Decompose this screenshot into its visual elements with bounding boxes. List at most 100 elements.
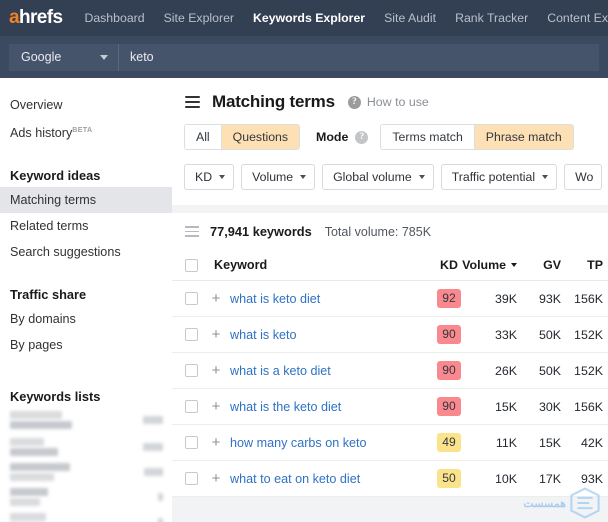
keyword-link[interactable]: what is keto diet	[230, 292, 320, 306]
column-header-gv[interactable]: GV	[517, 258, 561, 272]
list-item[interactable]	[0, 438, 172, 457]
table-header-row: Keyword KD Volume GV TP	[172, 250, 608, 281]
add-keyword-icon[interactable]: +	[206, 363, 226, 378]
kd-badge: 90	[437, 361, 461, 380]
kd-badge: 49	[437, 433, 461, 452]
filters-row: KD Volume Global volume Traffic potentia…	[172, 164, 608, 205]
filter-word-count[interactable]: Wo	[564, 164, 603, 190]
list-item[interactable]	[0, 411, 172, 430]
add-keyword-icon[interactable]: +	[206, 327, 226, 342]
keyword-link[interactable]: what is a keto diet	[230, 364, 331, 378]
list-view-icon[interactable]	[185, 226, 199, 237]
filter-traffic-potential[interactable]: Traffic potential	[440, 164, 558, 190]
chevron-down-icon	[219, 175, 226, 179]
sidebar: Overview Ads historyBETA Keyword ideas M…	[0, 78, 172, 522]
nav-link-rank-tracker[interactable]: Rank Tracker	[455, 11, 528, 25]
how-to-use-link[interactable]: ? How to use	[347, 95, 429, 109]
filter-kd[interactable]: KD	[184, 164, 235, 190]
mode-phrase-match[interactable]: Phrase match	[474, 125, 573, 149]
gv-cell: 30K	[538, 399, 561, 414]
nav-link-content-explorer[interactable]: Content Expl	[547, 11, 608, 25]
volume-cell: 26K	[494, 363, 517, 378]
sidebar-item-by-pages[interactable]: By pages	[0, 332, 172, 358]
placeholder-lines	[10, 513, 46, 522]
kd-cell: 92	[427, 289, 471, 308]
nav-link-dashboard[interactable]: Dashboard	[84, 11, 144, 25]
sidebar-item-overview[interactable]: Overview	[0, 92, 172, 118]
table-row[interactable]: + what is the keto diet 90 15K 30K 156K	[172, 389, 608, 425]
ahrefs-logo[interactable]: a hrefs	[9, 7, 63, 29]
sidebar-item-label: Matching terms	[10, 193, 97, 208]
filter-volume[interactable]: Volume	[241, 164, 316, 190]
sidebar-item-label: By pages	[10, 338, 63, 353]
column-header-tp[interactable]: TP	[561, 258, 608, 272]
placeholder-lines	[10, 411, 72, 430]
table-row[interactable]: + what is keto 90 33K 50K 152K	[172, 317, 608, 353]
row-checkbox[interactable]	[185, 400, 198, 413]
mode-help-icon[interactable]: ?	[355, 130, 369, 144]
sidebar-item-label: Related terms	[10, 219, 89, 234]
chevron-down-icon	[300, 175, 307, 179]
list-item[interactable]	[0, 463, 172, 482]
placeholder-bar	[10, 448, 58, 457]
add-keyword-icon[interactable]: +	[206, 291, 226, 306]
table-row[interactable]: + how many carbs on keto 49 11K 15K 42K	[172, 425, 608, 461]
tp-cell: 93K	[580, 471, 603, 486]
row-checkbox[interactable]	[185, 292, 198, 305]
sidebar-item-search-suggestions[interactable]: Search suggestions	[0, 239, 172, 265]
sidebar-item-ads-history[interactable]: Ads historyBETA	[0, 118, 172, 146]
title-row: Matching terms ? How to use	[185, 92, 608, 112]
nav-link-site-audit[interactable]: Site Audit	[384, 11, 436, 25]
placeholder-bar	[144, 468, 163, 477]
search-bar-row: Google	[0, 36, 608, 78]
keyword-link[interactable]: how many carbs on keto	[230, 436, 367, 450]
placeholder-bar	[10, 473, 54, 482]
sidebar-item-matching-terms[interactable]: Matching terms	[0, 187, 172, 214]
select-all-checkbox[interactable]	[185, 258, 198, 272]
sidebar-item-related-terms[interactable]: Related terms	[0, 213, 172, 239]
row-checkbox[interactable]	[185, 364, 198, 377]
search-input[interactable]	[119, 43, 599, 71]
search-engine-select[interactable]: Google	[9, 43, 119, 71]
table-row[interactable]: + what is keto diet 92 39K 93K 156K	[172, 281, 608, 317]
row-checkbox[interactable]	[185, 328, 198, 341]
list-item[interactable]	[0, 488, 172, 507]
tp-cell: 156K	[574, 291, 603, 306]
filter-global-volume[interactable]: Global volume	[322, 164, 434, 190]
mode-terms-match[interactable]: Terms match	[381, 125, 475, 149]
tp-cell: 156K	[574, 399, 603, 414]
tab-all[interactable]: All	[185, 125, 222, 149]
keyword-link[interactable]: what to eat on keto diet	[230, 472, 360, 486]
keyword-link[interactable]: what is the keto diet	[230, 400, 341, 414]
volume-cell: 10K	[494, 471, 517, 486]
tp-cell: 152K	[574, 327, 603, 342]
nav-link-site-explorer[interactable]: Site Explorer	[164, 11, 234, 25]
sidebar-item-by-domains[interactable]: By domains	[0, 306, 172, 332]
volume-cell: 11K	[495, 435, 517, 450]
filter-label: Wo	[575, 170, 594, 184]
add-keyword-icon[interactable]: +	[206, 435, 226, 450]
table-row[interactable]: + what to eat on keto diet 50 10K 17K 93…	[172, 461, 608, 497]
add-keyword-icon[interactable]: +	[206, 399, 226, 414]
row-checkbox[interactable]	[185, 472, 198, 485]
hamburger-menu-icon[interactable]	[185, 96, 200, 108]
placeholder-bar	[10, 513, 46, 522]
search-engine-value: Google	[21, 50, 62, 64]
list-item[interactable]	[0, 513, 172, 522]
keyword-link[interactable]: what is keto	[230, 328, 297, 342]
gv-cell: 50K	[538, 363, 561, 378]
column-header-volume[interactable]: Volume	[462, 258, 517, 272]
volume-cell: 39K	[494, 291, 517, 306]
beta-badge: BETA	[72, 127, 93, 134]
logo-letter-a: a	[9, 7, 20, 28]
tabs-row: All Questions Mode ? Terms match Phrase …	[172, 112, 608, 164]
nav-link-keywords-explorer[interactable]: Keywords Explorer	[253, 11, 365, 25]
column-header-keyword[interactable]: Keyword	[214, 258, 267, 272]
add-keyword-icon[interactable]: +	[206, 471, 226, 486]
tab-questions[interactable]: Questions	[221, 125, 300, 149]
sidebar-item-label: By domains	[10, 312, 76, 327]
watermark-text: همسست	[523, 497, 566, 510]
table-row[interactable]: + what is a keto diet 90 26K 50K 152K	[172, 353, 608, 389]
row-checkbox[interactable]	[185, 436, 198, 449]
